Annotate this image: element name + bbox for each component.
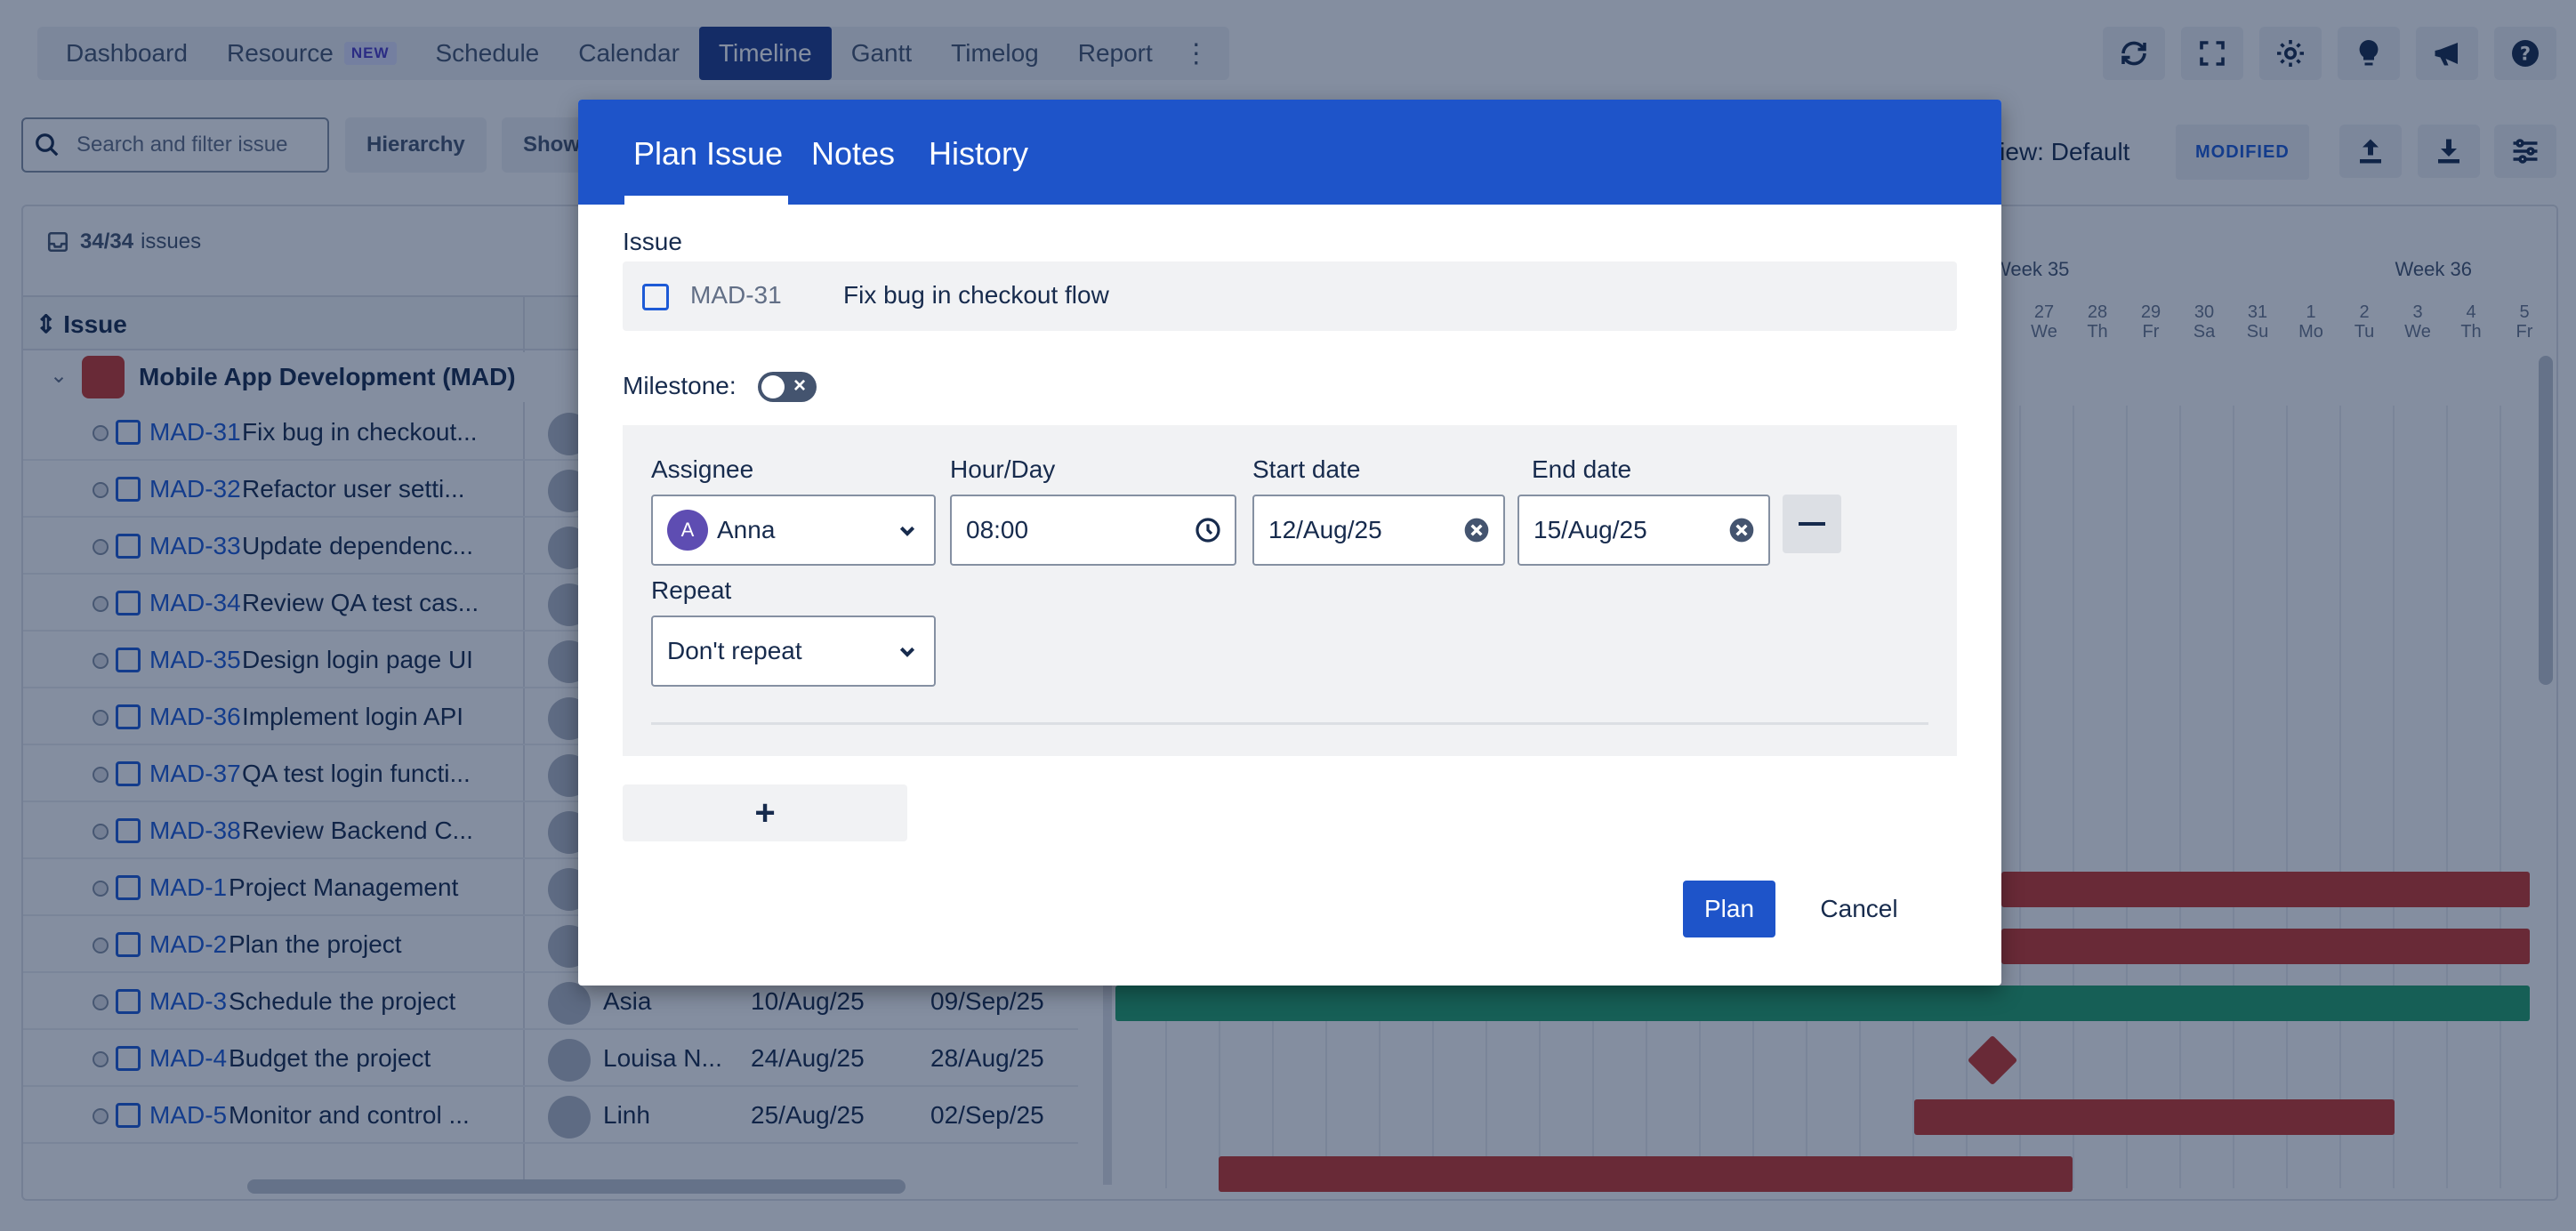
start-date-label: Start date xyxy=(1252,455,1361,483)
active-tab-indicator xyxy=(624,196,788,205)
assignee-value: Anna xyxy=(717,516,776,543)
remove-plan-button[interactable] xyxy=(1783,495,1841,553)
clock-icon[interactable] xyxy=(1194,516,1222,544)
repeat-label: Repeat xyxy=(651,576,732,604)
end-date-input[interactable]: 15/Aug/25 xyxy=(1517,495,1770,566)
assignee-label: Assignee xyxy=(651,455,754,483)
add-plan-button[interactable]: + xyxy=(623,784,907,841)
tab-notes[interactable]: Notes xyxy=(811,135,895,173)
repeat-value: Don't repeat xyxy=(667,637,802,664)
start-date-input[interactable]: 12/Aug/25 xyxy=(1252,495,1505,566)
end-date-label: End date xyxy=(1532,455,1632,483)
milestone-toggle[interactable]: × xyxy=(758,372,817,402)
plan-button[interactable]: Plan xyxy=(1683,881,1775,937)
issue-key: MAD-31 xyxy=(690,281,782,309)
chevron-down-icon xyxy=(899,647,915,657)
dialog-header: Plan Issue Notes History xyxy=(578,100,2001,205)
end-date-value: 15/Aug/25 xyxy=(1534,516,1647,543)
hourday-value: 08:00 xyxy=(966,516,1029,543)
clear-icon[interactable] xyxy=(1727,516,1756,544)
task-icon xyxy=(642,284,669,310)
plan-issue-dialog: Plan Issue Notes History Issue MAD-31 Fi… xyxy=(578,100,2001,986)
cancel-button[interactable]: Cancel xyxy=(1797,881,1921,937)
hourday-input[interactable]: 08:00 xyxy=(950,495,1236,566)
issue-title: Fix bug in checkout flow xyxy=(843,281,1109,309)
start-date-value: 12/Aug/25 xyxy=(1268,516,1382,543)
assignee-select[interactable]: A Anna xyxy=(651,495,936,566)
section-divider xyxy=(651,722,1928,725)
tab-history[interactable]: History xyxy=(929,135,1028,173)
selected-issue: MAD-31 Fix bug in checkout flow xyxy=(623,261,1957,331)
milestone-label: Milestone: xyxy=(623,372,737,399)
chevron-down-icon xyxy=(899,526,915,536)
tab-plan-issue[interactable]: Plan Issue xyxy=(633,135,783,173)
hourday-label: Hour/Day xyxy=(950,455,1056,483)
issue-label: Issue xyxy=(623,228,682,255)
toggle-knob xyxy=(761,375,785,398)
repeat-select[interactable]: Don't repeat xyxy=(651,616,936,687)
minus-icon xyxy=(1799,522,1825,526)
avatar: A xyxy=(667,510,708,551)
close-icon: × xyxy=(793,374,807,398)
clear-icon[interactable] xyxy=(1462,516,1491,544)
